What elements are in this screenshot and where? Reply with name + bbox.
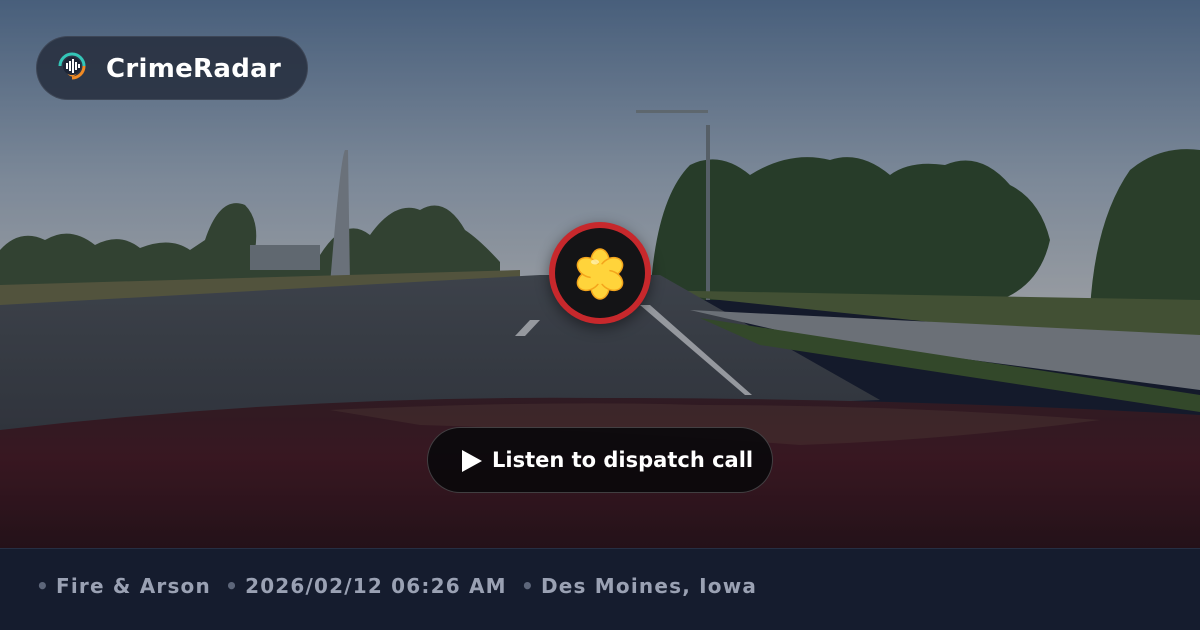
incident-datetime: 2026/02/12 06:26 AM [245, 574, 507, 598]
brand-name: CrimeRadar [106, 54, 282, 84]
listen-dispatch-button[interactable]: Listen to dispatch call [427, 427, 773, 493]
listen-button-label: Listen to dispatch call [492, 448, 754, 472]
play-icon [462, 450, 482, 472]
incident-category-badge [549, 222, 651, 324]
location-pin-soundwave-icon [58, 52, 86, 80]
incident-location: Des Moines, Iowa [540, 574, 758, 598]
meta-separator: • [520, 574, 535, 598]
incident-meta-footer: • Fire & Arson • 2026/02/12 06:26 AM • Des … [0, 548, 1200, 630]
brand-pill[interactable]: CrimeRadar [36, 36, 308, 100]
incident-category: Fire & Arson [55, 574, 211, 598]
incident-meta-line: • Fire & Arson • 2026/02/12 06:26 AM • Des … [36, 573, 757, 599]
hero-image-area: CrimeRadar Listen to dispatch call [0, 0, 1200, 548]
meta-separator: • [225, 574, 240, 598]
meta-separator: • [36, 574, 50, 598]
fire-asterisk-icon [576, 248, 624, 300]
